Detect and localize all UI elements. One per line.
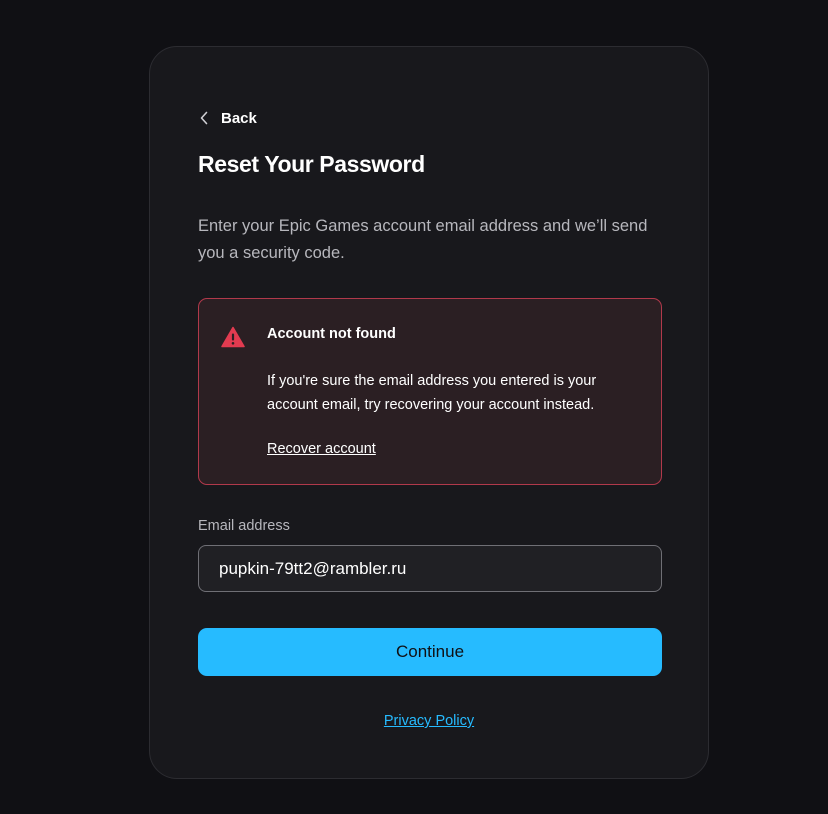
warning-triangle-icon [221,326,245,353]
recover-account-link[interactable]: Recover account [267,441,376,457]
back-label: Back [221,109,257,127]
email-input[interactable] [198,545,662,592]
continue-button[interactable]: Continue [198,628,662,676]
email-label: Email address [198,518,290,534]
alert-message: If you're sure the email address you ent… [267,373,597,413]
page-title: Reset Your Password [198,151,425,177]
reset-password-card: Back Reset Your Password Enter your Epic… [149,46,709,779]
alert-title: Account not found [267,326,396,342]
error-alert: Account not found If you're sure the ema… [198,298,662,485]
back-button[interactable]: Back [199,106,257,130]
privacy-policy-link[interactable]: Privacy Policy [384,713,474,729]
privacy-footer: Privacy Policy [150,712,708,730]
chevron-left-icon [199,111,209,125]
page-description: Enter your Epic Games account email addr… [198,217,648,262]
